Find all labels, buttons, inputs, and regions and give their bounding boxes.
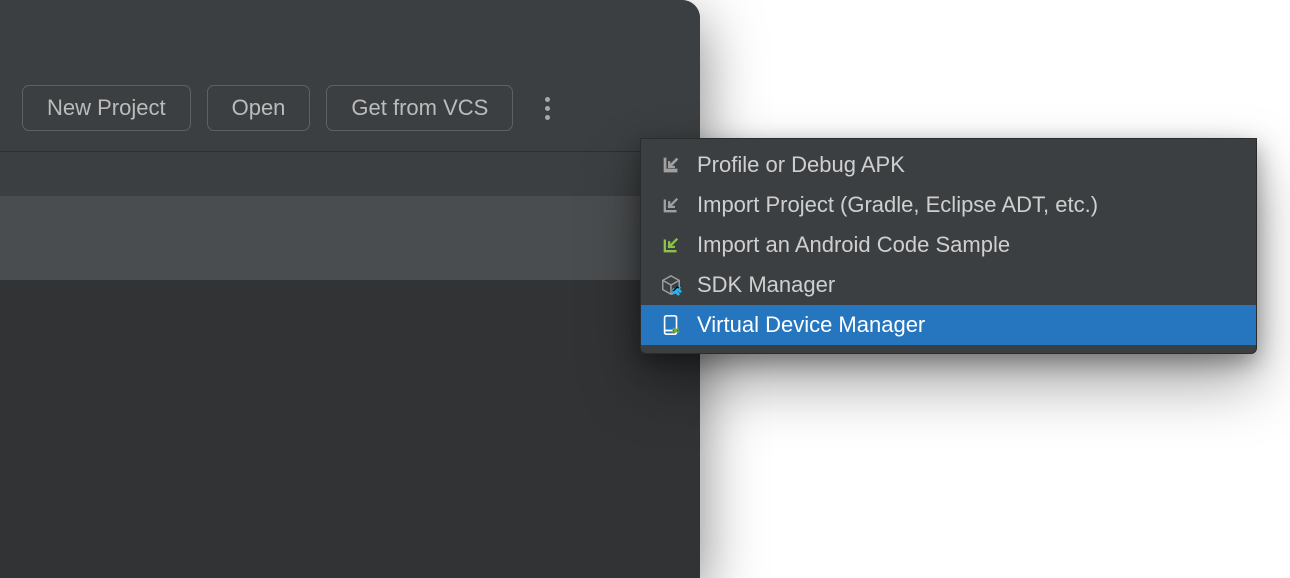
menu-item-import-project[interactable]: Import Project (Gradle, Eclipse ADT, etc… [641,185,1256,225]
more-actions-button[interactable] [539,87,556,130]
open-button[interactable]: Open [207,85,311,131]
sdk-box-icon [659,273,683,297]
new-project-button[interactable]: New Project [22,85,191,131]
import-android-icon [659,233,683,257]
menu-item-profile-debug-apk[interactable]: Profile or Debug APK [641,145,1256,185]
dot-icon [545,97,550,102]
welcome-window: New Project Open Get from VCS [0,0,700,578]
more-actions-menu: Profile or Debug APK Import Project (Gra… [640,138,1257,354]
menu-item-virtual-device-manager[interactable]: Virtual Device Manager [641,305,1256,345]
menu-item-sdk-manager[interactable]: SDK Manager [641,265,1256,305]
import-arrow-icon [659,153,683,177]
menu-item-label: Profile or Debug APK [697,152,1238,178]
menu-item-import-android-sample[interactable]: Import an Android Code Sample [641,225,1256,265]
dot-icon [545,115,550,120]
menu-item-label: Virtual Device Manager [697,312,1238,338]
get-from-vcs-button[interactable]: Get from VCS [326,85,513,131]
toolbar-row: New Project Open Get from VCS [22,85,556,131]
toolbar: New Project Open Get from VCS [0,0,700,152]
menu-item-label: SDK Manager [697,272,1238,298]
menu-item-label: Import Project (Gradle, Eclipse ADT, etc… [697,192,1238,218]
device-android-icon [659,313,683,337]
recent-projects-area [0,280,700,578]
recent-project-row-selected[interactable] [0,196,700,280]
menu-item-label: Import an Android Code Sample [697,232,1238,258]
dot-icon [545,106,550,111]
import-arrow-icon [659,193,683,217]
